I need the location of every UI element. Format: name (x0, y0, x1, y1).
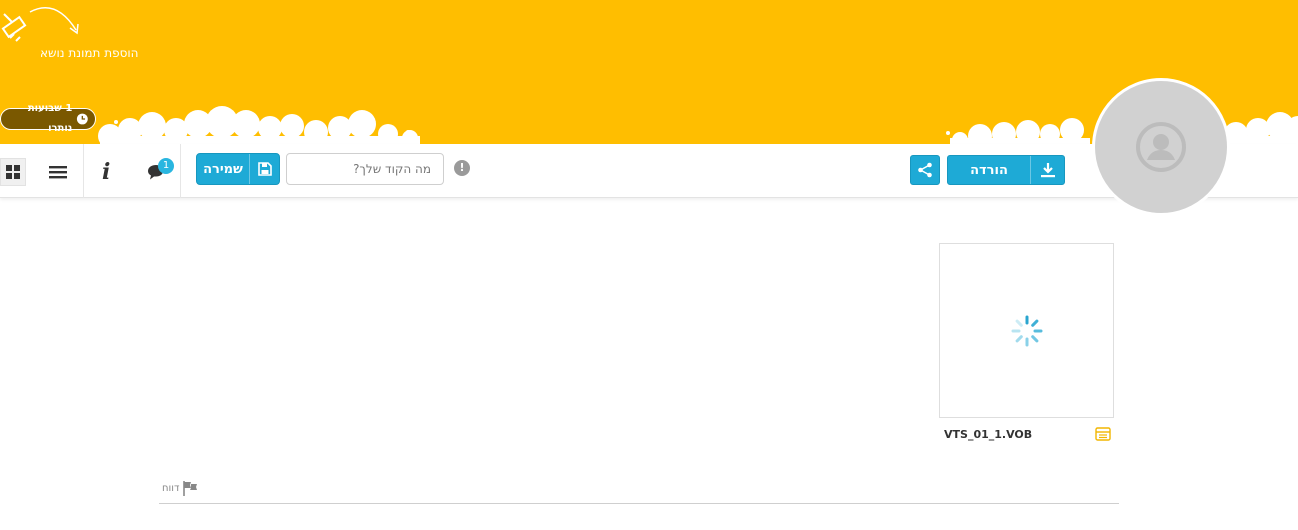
page: הוספת תמונת נושא 1 שבועות נותרו i 1 שמיר… (0, 0, 1298, 530)
share-icon (918, 162, 932, 178)
user-avatar-icon (1136, 122, 1186, 172)
download-button[interactable]: הורדה (947, 155, 1065, 185)
toolbar-divider (83, 144, 84, 198)
comments-count-badge: 1 (158, 158, 174, 174)
report-label: דווח (162, 482, 180, 494)
toolbar-divider (180, 144, 181, 198)
code-input[interactable] (286, 153, 444, 185)
clock-icon (77, 113, 89, 125)
expiry-label: 1 שבועות נותרו (27, 103, 73, 134)
video-file-icon (1095, 427, 1111, 441)
warning-icon[interactable]: ! (454, 160, 470, 176)
expiry-badge: 1 שבועות נותרו (0, 103, 96, 134)
download-label: הורדה (970, 162, 1008, 178)
grid-view-icon (6, 165, 20, 179)
report-link[interactable]: דווח (162, 480, 199, 496)
menu-button[interactable] (48, 164, 68, 180)
loading-spinner-icon (1011, 315, 1042, 346)
menu-icon (49, 166, 67, 179)
flag-icon (183, 481, 198, 496)
download-icon (1030, 156, 1064, 184)
save-button[interactable]: שמירה (196, 153, 280, 185)
share-button[interactable] (910, 155, 940, 185)
curved-arrow-icon (29, 7, 79, 35)
file-preview-card[interactable] (939, 243, 1114, 418)
file-name[interactable]: VTS_01_1.VOB (944, 428, 1032, 441)
avatar[interactable] (1092, 78, 1230, 216)
save-icon (249, 154, 279, 184)
divider-line (159, 503, 1119, 504)
add-cover-image-link[interactable]: הוספת תמונת נושא (40, 46, 139, 60)
save-label: שמירה (203, 161, 243, 177)
info-button[interactable]: i (102, 158, 116, 186)
grid-view-button[interactable] (0, 158, 26, 186)
